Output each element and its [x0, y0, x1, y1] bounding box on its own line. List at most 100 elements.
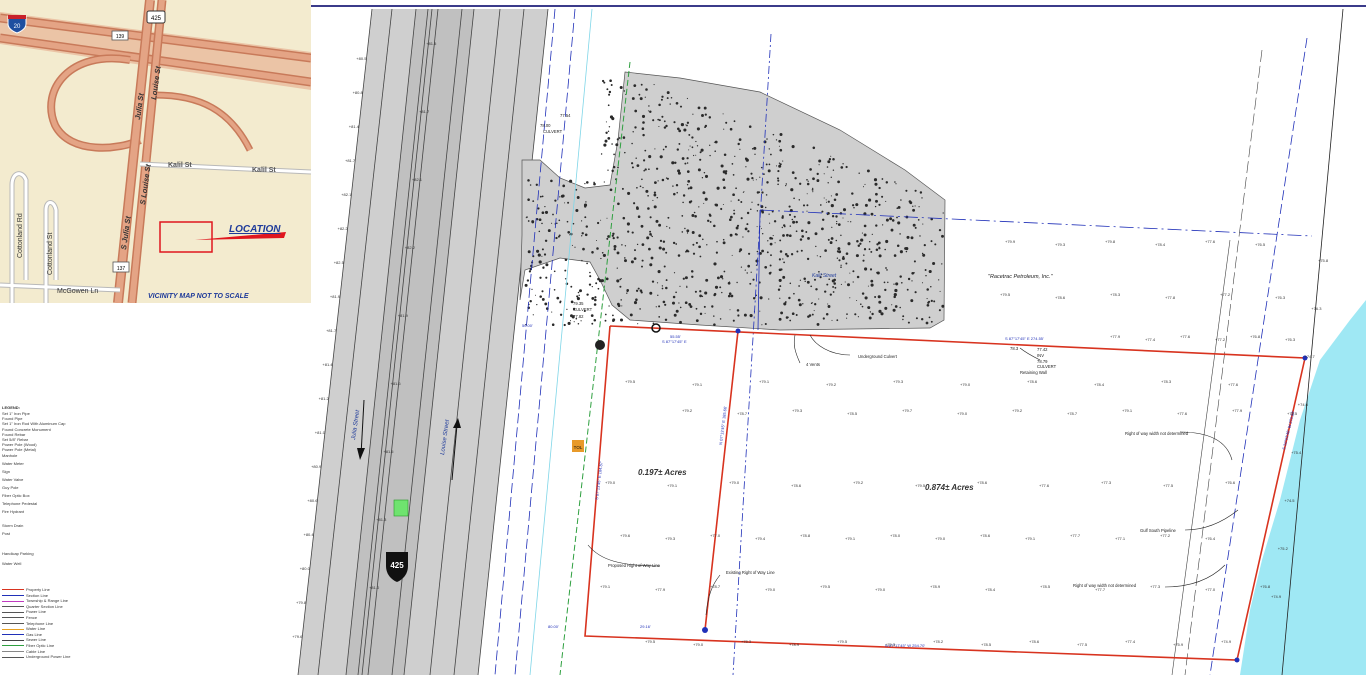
spot-elevation: +79.1	[1122, 408, 1133, 413]
spot-elevation: +74.9	[1221, 639, 1232, 644]
spot-elevation: +79.3	[665, 536, 676, 541]
spot-elevation: +78.7	[710, 584, 721, 589]
roadway-lines	[297, 8, 549, 675]
spot-elevation: +79.0	[765, 587, 776, 592]
spot-elevation: +76.3	[1275, 295, 1286, 300]
spot-elevation: +79.7	[902, 408, 913, 413]
street-label-julia-street: Julia Street	[351, 409, 361, 441]
spot-elevation: +81.0	[315, 430, 326, 435]
spot-elevations: +79.9 +79.3 +79.8 +78.4 +77.6 +76.5 +79.5 +78.6…	[292, 41, 1329, 647]
street-label-cottonland-rd: Cottonland Rd	[17, 213, 24, 258]
legend-line-item: Property Line	[2, 587, 50, 592]
spot-elevation: +77.6	[1039, 483, 1050, 488]
spot-elevation: +77.9	[1110, 334, 1121, 339]
spot-elevation: +79.1	[600, 584, 611, 589]
spot-elevation: +79.2	[826, 382, 837, 387]
spot-elevation: +78.0	[890, 533, 901, 538]
spot-elevation: +76.8	[1250, 334, 1261, 339]
sign-tag	[572, 440, 584, 452]
gravel-area	[519, 71, 946, 331]
callout-row-south: Right of way width not determined	[1073, 583, 1137, 588]
sheet-border-top	[311, 5, 1366, 7]
dim-b: 55.55'	[670, 334, 681, 339]
spot-elevation: +81.4	[322, 362, 333, 367]
route-shield-icon: 425	[386, 552, 408, 582]
dim-a: 50.00'	[522, 323, 533, 328]
street-label-kalil-1: Kalil St	[168, 162, 192, 169]
legend-line-item: Water Line	[2, 626, 45, 631]
spot-elevation: +82.1	[412, 177, 423, 182]
spot-elevation: +82.5	[334, 260, 345, 265]
legend-item: Water Well	[2, 561, 22, 566]
callout-culvert-3: CULVERT	[1037, 364, 1057, 369]
legend-item: Sign	[2, 469, 11, 474]
callout-existing-row: Existing Right of Way Line	[726, 570, 775, 575]
interstate-shield-number: 20	[14, 24, 21, 30]
legend-line-item: Section Line	[2, 593, 48, 598]
legend-line-item: Sewer Line	[2, 637, 46, 642]
spot-elevation: +80.5	[356, 56, 367, 61]
spot-elevation: +79.5	[625, 379, 636, 384]
spot-elevation: +77.4	[1125, 639, 1136, 644]
dim-d: 80.00'	[548, 624, 559, 629]
legend-item: Set 1" Iron Rod With Aluminum Cap	[2, 421, 66, 426]
spot-elevation: +81.2	[319, 396, 330, 401]
legend-item: Water Valve	[2, 477, 24, 482]
culvert-value-a: 77.54	[560, 113, 571, 118]
spot-elevation: +77.7	[1070, 533, 1081, 538]
legend-line-item: Telephone Line	[2, 621, 53, 626]
us-shield-number: 425	[151, 16, 162, 22]
spot-elevation: +79.1	[667, 483, 678, 488]
spot-elevation: +77.5	[1163, 483, 1174, 488]
spot-elevation: +76.5	[1255, 242, 1266, 247]
spot-elevation: +79.5	[645, 639, 656, 644]
spot-elevation: +75.2	[1278, 546, 1289, 551]
green-line	[559, 61, 631, 675]
spot-elevation: +78.5	[981, 642, 992, 647]
spot-elevation: +76.5	[1287, 411, 1298, 416]
vicinity-map: 20 425 139 137 S Julia St S Louise St Ju…	[0, 0, 311, 303]
spot-elevation: +79.0	[729, 480, 740, 485]
legend-item: Manhole	[2, 453, 18, 458]
spot-elevation: +75.9	[1173, 642, 1184, 647]
traffic-arrow-north-icon	[451, 418, 461, 481]
dim-c: 29.16'	[640, 624, 651, 629]
spot-elevation: +75.4	[1291, 450, 1302, 455]
spot-elevation: +79.2	[1012, 408, 1023, 413]
spot-elevation: +79.4	[755, 536, 766, 541]
bearing-east: S 10°03'49" W 273.09'	[1281, 410, 1296, 450]
street-label-cottonland-st: Cottonland St	[47, 233, 54, 275]
spot-elevation: +79.0	[875, 587, 886, 592]
spot-elevation: +78.7	[1067, 411, 1078, 416]
spot-elevation: +77.6	[1228, 382, 1239, 387]
spot-elevation: +77.3	[1101, 480, 1112, 485]
spot-elevation: +76.3	[1285, 337, 1296, 342]
property-boundary	[584, 325, 1306, 661]
cyan-line	[529, 8, 593, 675]
spot-elevation: +78.4	[1094, 382, 1105, 387]
state-shield-top-icon: 139	[111, 30, 129, 41]
spot-elevation: +78.6	[791, 483, 802, 488]
state-shield-bottom-icon: 137	[112, 261, 130, 273]
spot-elevation: +80.9	[311, 464, 322, 469]
culvert-value-g: 78.3	[1010, 346, 1019, 351]
legend-line-item: Underground Power Line	[2, 654, 70, 659]
legend-header: LEGEND:	[2, 405, 20, 410]
street-label-kalil-2: Kalil St	[252, 167, 276, 174]
location-label: LOCATION	[229, 224, 281, 235]
spot-elevation: +80.8	[353, 90, 364, 95]
spot-elevation: +79.6	[620, 533, 631, 538]
spot-elevation: +78.3	[741, 639, 752, 644]
spot-elevation: +81.7	[326, 328, 337, 333]
spot-elevation: +79.1	[845, 536, 856, 541]
legend-item: Storm Drain	[2, 523, 24, 528]
spot-elevation: +81.3	[376, 517, 387, 522]
water-body	[1240, 300, 1366, 675]
spot-elevation: +74.7	[1305, 354, 1316, 359]
gas-line	[1184, 49, 1263, 675]
spot-elevation: +79.3	[1055, 242, 1066, 247]
spot-elevation: +82.1	[341, 192, 352, 197]
us-shield-icon: 425	[146, 10, 166, 24]
spot-elevation: +81.9	[330, 294, 341, 299]
power-pole-icon	[595, 340, 605, 350]
